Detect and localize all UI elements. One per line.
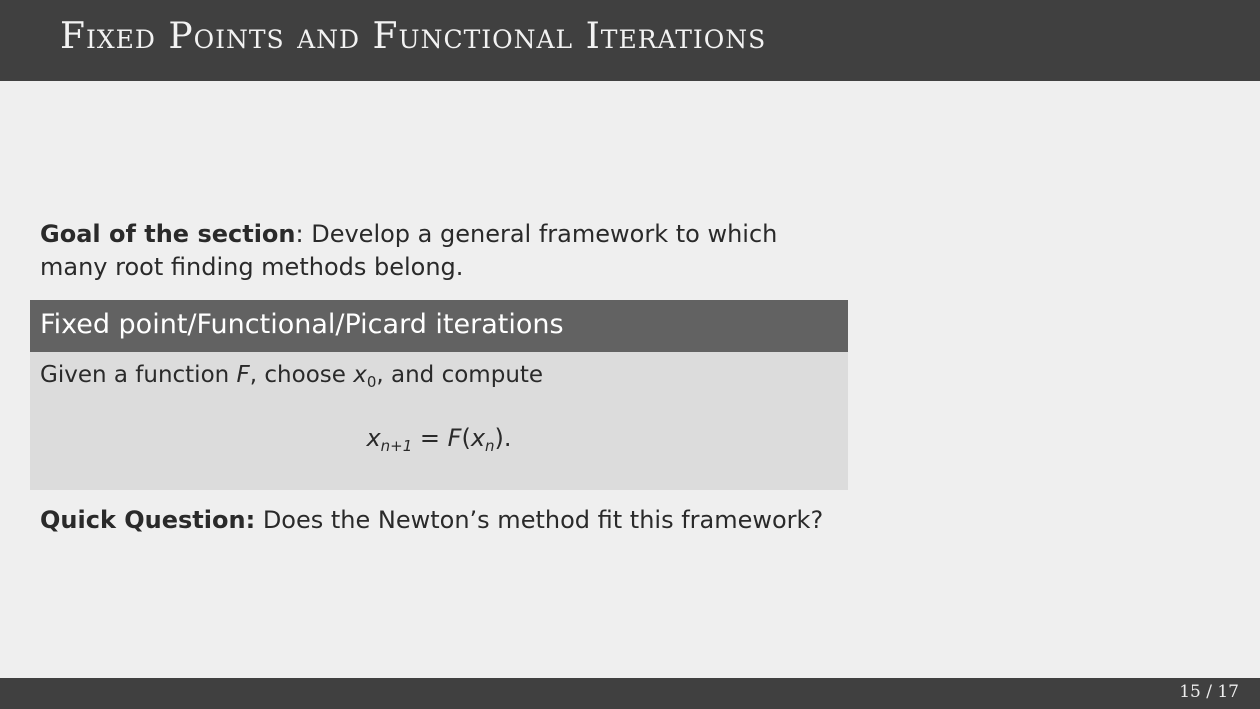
goal-paragraph: Goal of the section: Develop a general f…: [40, 218, 840, 284]
eq-lhs-var: x: [366, 424, 381, 452]
eq-func: F: [447, 424, 462, 452]
eq-equals: =: [412, 424, 448, 452]
x-symbol: x: [353, 362, 367, 388]
block-line-prefix: Given a function: [40, 362, 237, 388]
eq-lhs-sub: n+1: [380, 437, 413, 455]
eq-arg-sub: n: [485, 437, 495, 455]
block-description: Given a function F, choose x0, and compu…: [40, 362, 544, 391]
definition-block: Fixed point/Functional/Picard iterations…: [30, 300, 848, 490]
block-title: Fixed point/Functional/Picard iterations: [30, 300, 848, 352]
x0-subscript: 0: [366, 373, 377, 391]
quick-question-label: Quick Question:: [40, 506, 256, 534]
function-symbol: F: [236, 362, 250, 388]
block-line-suffix: , and compute: [376, 362, 544, 388]
title-bar: Fixed Points and Functional Iterations: [0, 0, 1260, 81]
slide-title: Fixed Points and Functional Iterations: [60, 16, 767, 57]
eq-arg-var: x: [470, 424, 486, 452]
block-line-mid: , choose: [249, 362, 354, 388]
eq-close-paren: ).: [494, 424, 512, 452]
eq-open-paren: (: [461, 424, 471, 452]
quick-question: Quick Question: Does the Newton’s method…: [40, 506, 823, 534]
page-number: 15 / 17: [1179, 682, 1239, 702]
goal-label: Goal of the section: [40, 220, 296, 248]
footer-bar: 15 / 17: [0, 678, 1260, 709]
iteration-equation: xn+1 = F(xn).: [30, 424, 848, 455]
quick-question-text: Does the Newton’s method fit this framew…: [255, 506, 824, 534]
